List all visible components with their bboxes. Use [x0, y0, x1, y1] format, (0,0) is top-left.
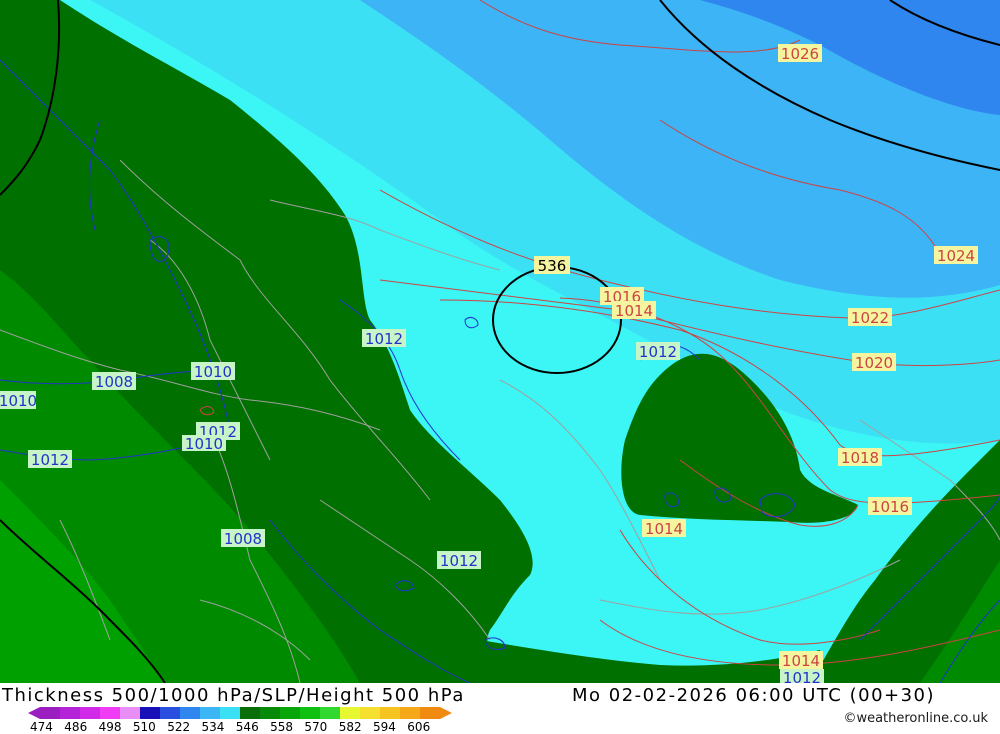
- scale-tick-label: 534: [201, 720, 225, 734]
- scale-tick-label: 474: [30, 720, 53, 734]
- scale-cell: [400, 707, 420, 719]
- svg-text:1026: 1026: [781, 45, 819, 63]
- scale-cell: [320, 707, 340, 719]
- pressure-label: 1020: [852, 353, 896, 372]
- scale-tick-label: 606: [407, 720, 431, 734]
- scale-cell: [120, 707, 140, 719]
- pressure-label: 1022: [848, 308, 892, 327]
- scale-cell: [420, 707, 440, 719]
- scale-cell: [220, 707, 240, 719]
- svg-text:1010: 1010: [194, 363, 232, 381]
- scale-cell: [80, 707, 100, 719]
- pressure-label: 1014: [612, 301, 656, 320]
- pressure-label: 1010: [0, 391, 37, 410]
- svg-text:1010: 1010: [0, 392, 37, 410]
- svg-text:1014: 1014: [615, 302, 653, 320]
- color-scale: [28, 707, 452, 719]
- svg-text:1020: 1020: [855, 354, 893, 372]
- credit-link[interactable]: ©weatheronline.co.uk: [843, 711, 988, 726]
- scale-tick-label: 486: [64, 720, 88, 734]
- svg-text:1008: 1008: [95, 373, 133, 391]
- svg-text:1012: 1012: [365, 330, 403, 348]
- scale-cell: [240, 707, 260, 719]
- pressure-label: 1012: [362, 329, 406, 348]
- pressure-label: 1012: [780, 669, 824, 683]
- svg-text:1014: 1014: [645, 520, 683, 538]
- scale-tick-label: 546: [235, 720, 259, 734]
- pressure-label: 1012: [28, 450, 72, 469]
- scale-tick-label: 522: [167, 720, 191, 734]
- svg-text:1018: 1018: [841, 449, 879, 467]
- scale-cell: [200, 707, 220, 719]
- footer: Thickness 500/1000 hPa/SLP/Height 500 hP…: [0, 683, 1000, 734]
- svg-text:1008: 1008: [224, 530, 262, 548]
- svg-text:536: 536: [538, 257, 567, 275]
- scale-tick-label: 498: [98, 720, 122, 734]
- scale-tick-label: 510: [132, 720, 156, 734]
- scale-cell: [160, 707, 180, 719]
- valid-time: Mo 02-02-2026 06:00 UTC (00+30): [572, 685, 936, 706]
- scale-tick-label: 582: [338, 720, 362, 734]
- pressure-label: 1008: [221, 529, 265, 548]
- pressure-label: 1016: [868, 497, 912, 516]
- pressure-label: 1018: [838, 448, 882, 467]
- scale-cell: [60, 707, 80, 719]
- scale-cell: [360, 707, 380, 719]
- svg-text:1024: 1024: [937, 247, 975, 265]
- weather-map: 536 1026 1024 1022 1020 1018 1016 1016 1…: [0, 0, 1000, 683]
- scale-cell: [140, 707, 160, 719]
- svg-text:1010: 1010: [185, 435, 223, 453]
- scale-cell: [280, 707, 300, 719]
- scale-cell: [380, 707, 400, 719]
- scale-cell: [40, 707, 60, 719]
- map-title: Thickness 500/1000 hPa/SLP/Height 500 hP…: [2, 685, 465, 706]
- scale-cell: [180, 707, 200, 719]
- pressure-label: 1010: [191, 362, 235, 381]
- pressure-label: 1026: [778, 44, 822, 63]
- svg-text:1012: 1012: [31, 451, 69, 469]
- scale-tick-label: 594: [373, 720, 396, 734]
- scale-tick-label: 570: [304, 720, 328, 734]
- scale-tick-label: 558: [270, 720, 293, 734]
- height-label: 536: [534, 256, 570, 275]
- scale-cell: [260, 707, 280, 719]
- scale-cell: [340, 707, 360, 719]
- pressure-label: 1012: [636, 342, 680, 361]
- svg-text:1022: 1022: [851, 309, 889, 327]
- scale-cell: [300, 707, 320, 719]
- svg-text:1014: 1014: [782, 652, 820, 670]
- pressure-label: 1010: [182, 435, 226, 453]
- svg-text:1016: 1016: [871, 498, 909, 516]
- scale-cell: [100, 707, 120, 719]
- svg-text:1012: 1012: [440, 552, 478, 570]
- scale-cap-right: [440, 707, 452, 719]
- scale-cap-left: [28, 707, 40, 719]
- pressure-label: 1012: [437, 551, 481, 570]
- svg-text:1012: 1012: [639, 343, 677, 361]
- pressure-label: 1024: [934, 246, 978, 265]
- pressure-label: 1008: [92, 372, 136, 391]
- svg-text:1012: 1012: [783, 669, 821, 683]
- pressure-label: 1014: [779, 651, 823, 670]
- pressure-label: 1014: [642, 519, 686, 538]
